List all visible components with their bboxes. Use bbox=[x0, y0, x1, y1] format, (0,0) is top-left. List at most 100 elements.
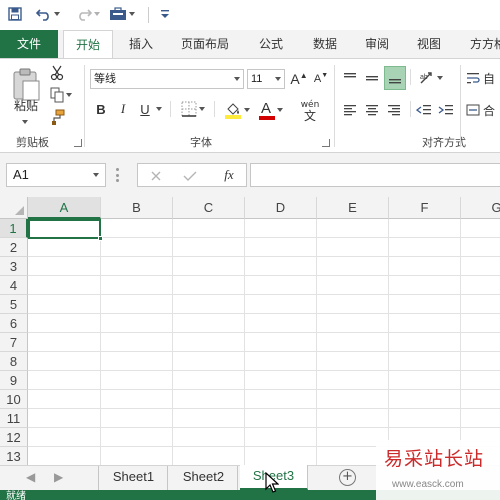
font-launcher-icon[interactable] bbox=[322, 139, 330, 147]
underline-button[interactable]: U bbox=[136, 99, 154, 119]
font-size-select[interactable]: 11 bbox=[247, 69, 285, 89]
svg-text:ab: ab bbox=[420, 74, 428, 81]
copy-icon[interactable] bbox=[46, 85, 76, 105]
cut-icon[interactable] bbox=[46, 63, 68, 83]
splitter-icon[interactable] bbox=[116, 168, 120, 182]
format-painter-icon[interactable] bbox=[46, 107, 68, 127]
row-header-6[interactable]: 6 bbox=[0, 314, 28, 333]
row-header-9[interactable]: 9 bbox=[0, 371, 28, 390]
row-header-12[interactable]: 12 bbox=[0, 428, 28, 447]
active-cell-a1[interactable] bbox=[28, 219, 101, 239]
align-right-icon[interactable] bbox=[384, 99, 404, 121]
divider bbox=[170, 101, 171, 117]
tab-file[interactable]: 文件 bbox=[0, 30, 58, 58]
grow-font-button[interactable]: A ▲ bbox=[290, 69, 308, 89]
worksheet-grid[interactable]: A B C D E F G 1 2 3 4 5 6 7 8 9 10 11 12… bbox=[0, 197, 500, 465]
column-header-d[interactable]: D bbox=[245, 197, 317, 219]
align-middle-icon[interactable] bbox=[362, 67, 382, 89]
paste-dropdown[interactable] bbox=[14, 117, 36, 127]
sheet-tab-sheet1[interactable]: Sheet1 bbox=[100, 466, 168, 490]
quick-access-toolbar bbox=[0, 0, 500, 30]
merge-center-button[interactable]: 合 bbox=[466, 99, 500, 121]
tab-insert[interactable]: 插入 bbox=[118, 30, 164, 58]
chevron-down-icon bbox=[234, 77, 240, 81]
fill-color-icon bbox=[225, 103, 241, 119]
font-size-value: 11 bbox=[251, 73, 263, 85]
gridline bbox=[28, 294, 500, 295]
merge-icon bbox=[466, 104, 480, 116]
tab-page-layout[interactable]: 页面布局 bbox=[172, 30, 238, 58]
paste-button-label[interactable]: 粘贴 bbox=[8, 97, 44, 113]
shrink-font-button[interactable]: A ▼ bbox=[312, 69, 330, 89]
column-header-e[interactable]: E bbox=[317, 197, 389, 219]
decrease-indent-icon[interactable] bbox=[414, 99, 434, 121]
column-header-a[interactable]: A bbox=[28, 197, 101, 219]
row-header-13[interactable]: 13 bbox=[0, 447, 28, 465]
align-left-icon[interactable] bbox=[340, 99, 360, 121]
cancel-icon[interactable] bbox=[146, 166, 166, 186]
tab-ffcell[interactable]: 方方格子 bbox=[462, 30, 500, 58]
row-header-1[interactable]: 1 bbox=[0, 219, 28, 238]
row-header-3[interactable]: 3 bbox=[0, 257, 28, 276]
fill-color-button[interactable] bbox=[220, 99, 254, 121]
align-center-icon[interactable] bbox=[362, 99, 382, 121]
row-header-2[interactable]: 2 bbox=[0, 238, 28, 257]
sheet-tab-sheet2[interactable]: Sheet2 bbox=[170, 466, 238, 490]
formula-input[interactable] bbox=[250, 163, 500, 187]
gridline bbox=[28, 370, 500, 371]
customize-icon[interactable] bbox=[158, 3, 172, 25]
save-icon[interactable] bbox=[6, 3, 24, 25]
ribbon-tabs: 文件 开始 插入 页面布局 公式 数据 审阅 视图 方方格子 bbox=[0, 30, 500, 59]
phonetic-guide-button[interactable]: wén 文 bbox=[296, 99, 324, 125]
align-top-icon[interactable] bbox=[340, 67, 360, 89]
wrap-text-button[interactable]: 自 bbox=[466, 67, 500, 89]
column-header-g[interactable]: G bbox=[461, 197, 500, 219]
gridline bbox=[28, 275, 500, 276]
increase-indent-icon[interactable] bbox=[436, 99, 456, 121]
borders-icon bbox=[181, 101, 197, 117]
new-sheet-button[interactable]: + bbox=[339, 469, 356, 486]
formula-controls: fx bbox=[137, 163, 247, 187]
name-box[interactable]: A1 bbox=[6, 163, 106, 187]
row-header-7[interactable]: 7 bbox=[0, 333, 28, 352]
tab-home[interactable]: 开始 bbox=[63, 30, 113, 59]
row-header-5[interactable]: 5 bbox=[0, 295, 28, 314]
chevron-down-icon bbox=[275, 77, 281, 81]
italic-button[interactable]: I bbox=[114, 99, 132, 119]
fill-handle[interactable] bbox=[98, 236, 103, 241]
column-header-c[interactable]: C bbox=[173, 197, 245, 219]
orientation-icon[interactable]: ab bbox=[416, 67, 446, 89]
scroll-right-icon[interactable]: ▶ bbox=[54, 470, 63, 484]
row-header-11[interactable]: 11 bbox=[0, 409, 28, 428]
select-all-button[interactable] bbox=[0, 197, 28, 219]
touch-mode-icon[interactable] bbox=[108, 3, 136, 25]
scroll-left-icon[interactable]: ◀ bbox=[26, 470, 35, 484]
font-name-select[interactable]: 等线 bbox=[90, 69, 244, 89]
divider bbox=[410, 101, 411, 117]
merge-label: 合 bbox=[483, 103, 496, 118]
excel-window: 文件 开始 插入 页面布局 公式 数据 审阅 视图 方方格子 粘贴 剪贴板 bbox=[0, 0, 500, 500]
row-header-10[interactable]: 10 bbox=[0, 390, 28, 409]
underline-dropdown[interactable] bbox=[154, 99, 164, 119]
enter-icon[interactable] bbox=[180, 166, 200, 186]
tab-review[interactable]: 审阅 bbox=[354, 30, 400, 58]
align-bottom-icon[interactable] bbox=[384, 66, 406, 90]
borders-button[interactable] bbox=[176, 99, 210, 119]
mouse-cursor-icon bbox=[265, 471, 280, 498]
watermark-title: 易采站长站 bbox=[384, 448, 485, 470]
insert-function-button[interactable]: fx bbox=[218, 165, 240, 185]
column-header-f[interactable]: F bbox=[389, 197, 461, 219]
bold-button[interactable]: B bbox=[92, 99, 110, 119]
tab-view[interactable]: 视图 bbox=[406, 30, 452, 58]
name-box-value: A1 bbox=[13, 167, 29, 182]
phonetic-char: 文 bbox=[303, 109, 316, 123]
tab-data[interactable]: 数据 bbox=[302, 30, 348, 58]
font-color-button[interactable]: A bbox=[256, 99, 286, 121]
row-header-4[interactable]: 4 bbox=[0, 276, 28, 295]
redo-icon[interactable] bbox=[74, 3, 102, 25]
tab-formulas[interactable]: 公式 bbox=[248, 30, 294, 58]
column-header-b[interactable]: B bbox=[101, 197, 173, 219]
clipboard-launcher-icon[interactable] bbox=[74, 139, 82, 147]
row-header-8[interactable]: 8 bbox=[0, 352, 28, 371]
undo-icon[interactable] bbox=[34, 3, 62, 25]
